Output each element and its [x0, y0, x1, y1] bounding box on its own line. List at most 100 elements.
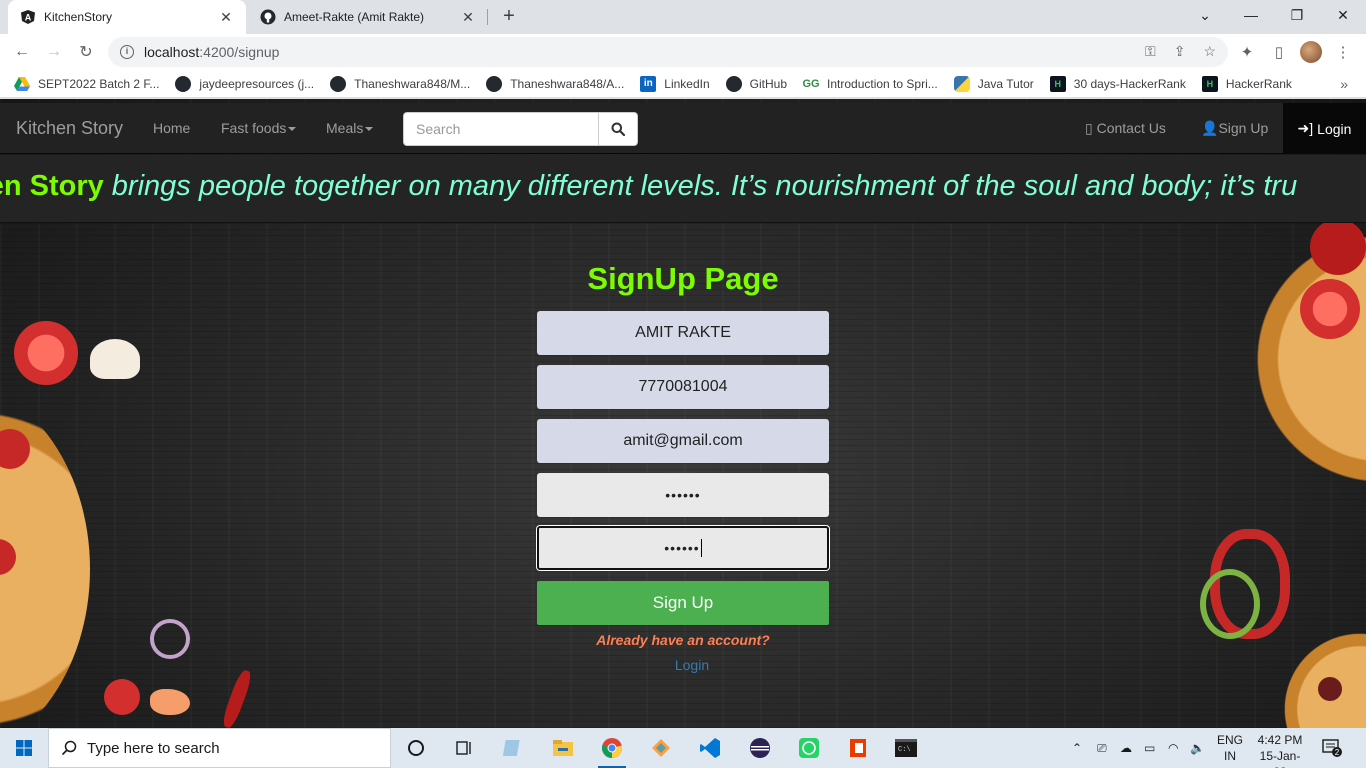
bookmark-star-icon[interactable]: ☆: [1203, 43, 1216, 60]
caret-down-icon: [288, 127, 297, 132]
bookmarks-bar: SEPT2022 Batch 2 F... jaydeepresources (…: [0, 70, 1366, 98]
github-icon: [260, 9, 276, 25]
share-icon[interactable]: ⇪: [1174, 43, 1186, 60]
extensions-icon[interactable]: ✦: [1236, 41, 1258, 63]
profile-avatar[interactable]: [1300, 41, 1322, 63]
terminal-app-icon[interactable]: C:\: [886, 732, 926, 764]
taskbar-search[interactable]: Type here to search: [48, 728, 391, 768]
page-title: SignUp Page: [587, 261, 779, 296]
start-button[interactable]: [0, 728, 48, 768]
reload-button[interactable]: ↻: [74, 40, 98, 64]
bookmark-label: jaydeepresources (j...: [199, 76, 315, 91]
whatsapp-app-icon[interactable]: [789, 732, 829, 764]
browser-toolbar: ← → ↻ i localhost:4200/signup ⚿ ⇪ ☆ ✦ ▯ …: [0, 34, 1366, 70]
confirm-password-value: ••••••: [664, 540, 700, 556]
forward-button[interactable]: →: [42, 40, 66, 64]
search-input[interactable]: [403, 112, 599, 146]
tab-search-icon[interactable]: ⌄: [1182, 0, 1228, 30]
tab-title: Ameet-Rakte (Amit Rakte): [284, 10, 425, 24]
tab-kitchenstory[interactable]: A KitchenStory ✕: [8, 0, 246, 34]
office-app-icon[interactable]: [838, 732, 878, 764]
windows-taskbar: Type here to search C:\ ⌃ ⎚ ☁ ▭ ◠ 🔈 ENG …: [0, 728, 1366, 768]
close-icon[interactable]: ✕: [460, 9, 476, 26]
already-have-account-text: Already have an account?: [596, 632, 770, 648]
bookmark-label: GitHub: [749, 76, 788, 91]
login-link[interactable]: Login: [537, 657, 847, 673]
windows-icon: [16, 740, 32, 756]
bookmark-label: LinkedIn: [664, 76, 710, 91]
file-explorer-icon[interactable]: [543, 732, 583, 764]
linkedin-icon: in: [640, 75, 657, 92]
notepad-app-icon[interactable]: [493, 732, 533, 764]
back-button[interactable]: ←: [10, 40, 34, 64]
close-window-button[interactable]: ✕: [1320, 0, 1366, 30]
bookmark-item[interactable]: H HackerRank: [1201, 75, 1292, 92]
email-field[interactable]: amit@gmail.com: [537, 419, 829, 463]
name-field[interactable]: AMIT RAKTE: [537, 311, 829, 355]
eclipse-app-icon[interactable]: [740, 732, 780, 764]
onedrive-icon[interactable]: ☁: [1120, 728, 1132, 768]
nav-contact[interactable]: ▯ Contact Us: [1085, 120, 1166, 137]
nav-signup[interactable]: 👤Sign Up: [1201, 120, 1268, 137]
battery-icon[interactable]: ▭: [1144, 728, 1155, 768]
cortana-icon[interactable]: [396, 732, 436, 764]
notification-center-icon[interactable]: 2: [1322, 728, 1342, 768]
user-icon: 👤: [1201, 120, 1219, 136]
input-language[interactable]: ENG IN: [1214, 732, 1246, 764]
chrome-app-icon[interactable]: [592, 732, 632, 768]
tab-separator: [487, 9, 488, 25]
confirm-password-field[interactable]: ••••••: [537, 526, 829, 570]
phone-field[interactable]: 7770081004: [537, 365, 829, 409]
bookmark-item[interactable]: H 30 days-HackerRank: [1049, 75, 1186, 92]
github-icon: [725, 75, 742, 92]
key-icon[interactable]: ⚿: [1145, 43, 1156, 60]
site-info-icon[interactable]: i: [120, 45, 134, 59]
nav-home[interactable]: Home: [153, 120, 190, 136]
site-search: [403, 112, 638, 146]
github-icon: [486, 75, 503, 92]
bookmark-item[interactable]: GG Introduction to Spri...: [802, 75, 938, 92]
address-bar[interactable]: i localhost:4200/signup ⚿ ⇪ ☆: [108, 37, 1228, 67]
task-view-icon[interactable]: [444, 732, 484, 764]
bookmark-item[interactable]: GitHub: [725, 75, 788, 92]
bookmark-item[interactable]: Thaneshwara848/A...: [486, 75, 624, 92]
tab-title: KitchenStory: [44, 10, 113, 24]
bookmarks-overflow-icon[interactable]: »: [1340, 76, 1348, 92]
restore-button[interactable]: ❐: [1274, 0, 1320, 30]
github-icon: [175, 75, 192, 92]
bookmark-item[interactable]: Thaneshwara848/M...: [330, 75, 470, 92]
new-tab-button[interactable]: +: [497, 5, 521, 29]
volume-icon[interactable]: 🔈: [1190, 728, 1205, 768]
brand-logo[interactable]: Kitchen Story: [16, 118, 123, 139]
password-field[interactable]: ••••••: [537, 473, 829, 517]
menu-icon[interactable]: ⋮: [1332, 41, 1354, 63]
phone-icon: ▯: [1085, 120, 1093, 136]
nav-fast-foods[interactable]: Fast foods: [221, 120, 297, 136]
paint3d-app-icon[interactable]: [641, 732, 681, 764]
bookmark-item[interactable]: SEPT2022 Batch 2 F...: [14, 76, 159, 92]
nav-login[interactable]: ➜] Login: [1283, 103, 1366, 154]
close-icon[interactable]: ✕: [218, 9, 234, 26]
notification-count: 2: [1335, 748, 1340, 757]
bookmark-item[interactable]: in LinkedIn: [640, 75, 710, 92]
tagline-marquee: hen Story brings people together on many…: [0, 155, 1366, 223]
google-drive-icon: [14, 76, 30, 92]
tray-chevron-icon[interactable]: ⌃: [1072, 728, 1082, 768]
signup-button[interactable]: Sign Up: [537, 581, 829, 625]
hackerrank-icon: H: [1049, 75, 1066, 92]
side-panel-icon[interactable]: ▯: [1268, 41, 1290, 63]
minimize-button[interactable]: —: [1228, 0, 1274, 30]
page-viewport: Kitchen Story Home Fast foods Meals ▯ Co…: [0, 99, 1366, 728]
bookmark-item[interactable]: Java Tutor: [953, 75, 1034, 92]
nav-meals[interactable]: Meals: [326, 120, 374, 136]
wifi-icon[interactable]: ◠: [1168, 728, 1178, 768]
bookmark-label: Introduction to Spri...: [827, 76, 938, 91]
vscode-app-icon[interactable]: [690, 732, 730, 764]
login-icon: ➜]: [1297, 120, 1314, 136]
tray-device-icon[interactable]: ⎚: [1097, 728, 1107, 768]
taskbar-clock[interactable]: 4:42 PM 15-Jan-23: [1253, 732, 1307, 768]
search-button[interactable]: [599, 112, 638, 146]
tab-github[interactable]: Ameet-Rakte (Amit Rakte) ✕: [248, 0, 488, 34]
svg-text:A: A: [25, 13, 32, 23]
bookmark-item[interactable]: jaydeepresources (j...: [175, 75, 315, 92]
